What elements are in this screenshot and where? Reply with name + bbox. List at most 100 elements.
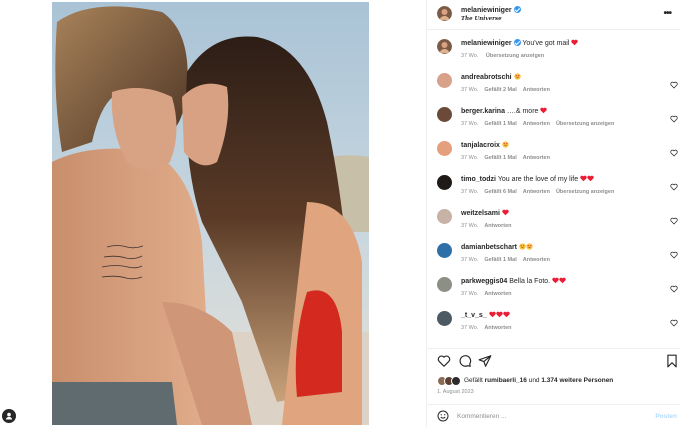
bookmark-icon[interactable] bbox=[665, 354, 677, 368]
commenter-username[interactable]: damianbetschart bbox=[461, 244, 517, 251]
red-heart-icon bbox=[552, 277, 559, 284]
likes-count-link[interactable]: 1.374 weitere Personen bbox=[541, 377, 613, 384]
commenter-username[interactable]: berger.karina bbox=[461, 108, 505, 115]
comment-likes[interactable]: Gefällt 2 Mal bbox=[484, 87, 516, 93]
red-heart-icon bbox=[571, 39, 579, 46]
comment-text: timo_todzi You are the love of my life bbox=[461, 175, 594, 183]
red-heart-icon bbox=[580, 175, 587, 182]
comment-text: damianbetschart bbox=[461, 243, 533, 251]
comment-icon[interactable] bbox=[458, 354, 472, 368]
commenter-avatar[interactable] bbox=[437, 141, 452, 156]
red-heart-icon bbox=[496, 311, 503, 318]
caption-age: 37 Wo. bbox=[461, 53, 479, 59]
comment-item: andreabrotschi 37 Wo. Gefällt 2 Mal Antwor… bbox=[427, 65, 680, 99]
commenter-avatar[interactable] bbox=[437, 107, 452, 122]
divider bbox=[427, 348, 680, 349]
comment-likes[interactable]: Gefällt 1 Mal bbox=[484, 257, 516, 263]
comment-likes[interactable]: Gefällt 1 Mal bbox=[484, 121, 516, 127]
comment-item: damianbetschart 37 Wo. Gefällt 1 Mal Antwo… bbox=[427, 235, 680, 269]
page-background-left bbox=[0, 0, 52, 427]
like-comment-icon[interactable] bbox=[670, 212, 678, 225]
like-comment-icon[interactable] bbox=[670, 110, 678, 123]
comment-text: berger.karina ….& more bbox=[461, 107, 548, 115]
reply-link[interactable]: Antworten bbox=[484, 291, 511, 297]
reply-link[interactable]: Antworten bbox=[523, 189, 550, 195]
heart-icon[interactable] bbox=[437, 354, 451, 368]
comment-meta: 37 Wo. Gefällt 1 Mal Antworten bbox=[461, 155, 556, 161]
comment-body: Bella la Foto. bbox=[509, 278, 551, 285]
red-heart-icon bbox=[540, 107, 548, 114]
heart-eyes-icon bbox=[513, 73, 521, 80]
commenter-username[interactable]: timo_todzi bbox=[461, 176, 496, 183]
comment-composer: Posten bbox=[427, 404, 680, 427]
like-comment-icon[interactable] bbox=[670, 246, 678, 259]
post-button[interactable]: Posten bbox=[655, 413, 677, 420]
like-comment-icon[interactable] bbox=[670, 144, 678, 157]
comment-item: parkweggis04 Bella la Foto. 37 Wo. Antwor… bbox=[427, 269, 680, 303]
commenter-username[interactable]: _t_v_s_ bbox=[461, 312, 487, 319]
emoji-icon[interactable] bbox=[437, 410, 449, 422]
commenter-username[interactable]: weitzelsami bbox=[461, 210, 500, 217]
comment-body: You are the love of my life bbox=[497, 176, 579, 183]
comment-age: 37 Wo. bbox=[461, 291, 479, 297]
reply-link[interactable]: Antworten bbox=[523, 155, 550, 161]
like-comment-icon[interactable] bbox=[670, 178, 678, 191]
comment-likes[interactable]: Gefällt 6 Mal bbox=[484, 189, 516, 195]
author-avatar[interactable] bbox=[437, 39, 452, 54]
post-photo[interactable] bbox=[52, 2, 369, 425]
comment-meta: 37 Wo. Gefällt 1 Mal Antworten bbox=[461, 257, 556, 263]
like-comment-icon[interactable] bbox=[670, 280, 678, 293]
translate-link[interactable]: Übersetzung anzeigen bbox=[556, 121, 614, 127]
translate-link[interactable]: Übersetzung anzeigen bbox=[486, 53, 544, 59]
translate-link[interactable]: Übersetzung anzeigen bbox=[556, 189, 614, 195]
reply-link[interactable]: Antworten bbox=[484, 325, 511, 331]
comment-input[interactable] bbox=[457, 410, 637, 422]
comment-body: ….& more bbox=[506, 108, 539, 115]
comment-meta: 37 Wo. Antworten bbox=[461, 291, 518, 297]
comment-list[interactable]: melaniewiniger You've got mail 37 Wo. Üb… bbox=[427, 31, 680, 348]
commenter-avatar[interactable] bbox=[437, 243, 452, 258]
like-comment-icon[interactable] bbox=[670, 314, 678, 327]
profile-icon[interactable] bbox=[2, 409, 16, 423]
comment-age: 37 Wo. bbox=[461, 121, 479, 127]
comment-meta: 37 Wo. Gefällt 1 Mal Antworten Übersetzung … bbox=[461, 121, 620, 127]
commenter-username[interactable]: andreabrotschi bbox=[461, 74, 512, 81]
commenter-avatar[interactable] bbox=[437, 277, 452, 292]
author-username[interactable]: melaniewiniger bbox=[461, 6, 521, 14]
comment-age: 37 Wo. bbox=[461, 257, 479, 263]
comment-meta: 37 Wo. Gefällt 6 Mal Antworten Übersetzung … bbox=[461, 189, 620, 195]
liked-user-link[interactable]: rumibaerli_16 bbox=[485, 377, 527, 384]
caption-text: melaniewiniger You've got mail bbox=[461, 39, 579, 47]
comment-text: parkweggis04 Bella la Foto. bbox=[461, 277, 566, 285]
post-location[interactable]: The Universe bbox=[461, 16, 502, 22]
comment-meta: 37 Wo. Antworten bbox=[461, 325, 518, 331]
commenter-username[interactable]: tanjalacroix bbox=[461, 142, 500, 149]
red-heart-icon bbox=[503, 311, 510, 318]
post-header: melaniewiniger The Universe ••• bbox=[427, 0, 680, 30]
reply-link[interactable]: Antworten bbox=[484, 223, 511, 229]
liker-avatar bbox=[451, 376, 461, 386]
reply-link[interactable]: Antworten bbox=[523, 257, 550, 263]
reply-link[interactable]: Antworten bbox=[523, 121, 550, 127]
likes-text: Gefällt rumibaerli_16 und 1.374 weitere … bbox=[464, 377, 614, 384]
comment-meta: 37 Wo. Antworten bbox=[461, 223, 518, 229]
commenter-avatar[interactable] bbox=[437, 73, 452, 88]
like-comment-icon[interactable] bbox=[670, 76, 678, 89]
commenter-avatar[interactable] bbox=[437, 175, 452, 190]
caption-author[interactable]: melaniewiniger bbox=[461, 40, 512, 47]
heart-eyes-icon bbox=[526, 243, 533, 250]
commenter-avatar[interactable] bbox=[437, 311, 452, 326]
commenter-avatar[interactable] bbox=[437, 209, 452, 224]
comment-age: 37 Wo. bbox=[461, 325, 479, 331]
share-icon[interactable] bbox=[478, 354, 492, 368]
author-avatar[interactable] bbox=[437, 6, 452, 21]
caption: melaniewiniger You've got mail 37 Wo. Üb… bbox=[427, 31, 680, 65]
more-horizontal-icon[interactable]: ••• bbox=[663, 8, 671, 19]
reply-link[interactable]: Antworten bbox=[523, 87, 550, 93]
comment-likes[interactable]: Gefällt 1 Mal bbox=[484, 155, 516, 161]
red-heart-icon bbox=[502, 209, 509, 216]
comment-item: tanjalacroix 37 Wo. Gefällt 1 Mal Antworte… bbox=[427, 133, 680, 167]
comment-text: _t_v_s_ bbox=[461, 311, 510, 319]
commenter-username[interactable]: parkweggis04 bbox=[461, 278, 507, 285]
comment-meta: 37 Wo. Gefällt 2 Mal Antworten bbox=[461, 87, 556, 93]
